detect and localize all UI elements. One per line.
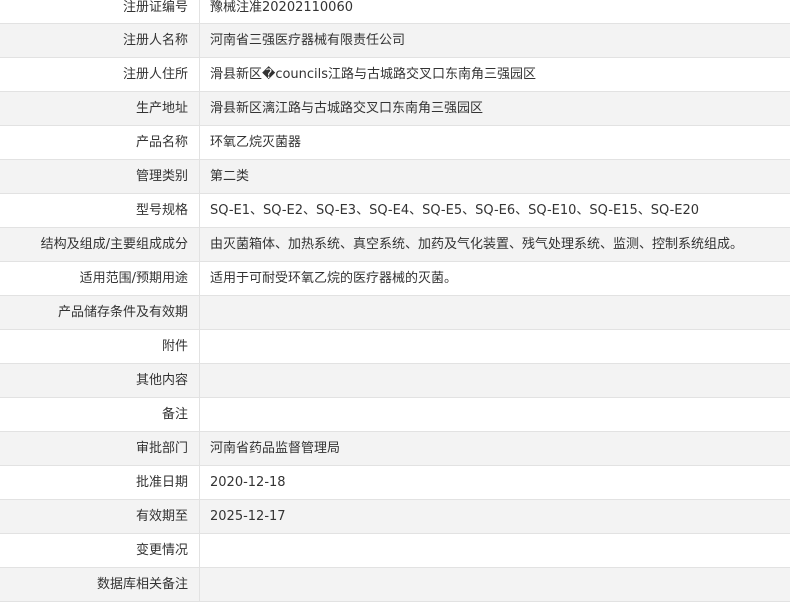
table-row-attachments: 附件	[0, 330, 790, 364]
table-row-registration-number: 注册证编号 豫械注准20202110060	[0, 0, 790, 24]
field-label: 注册人名称	[0, 24, 200, 57]
registration-detail-table: 注册证编号 豫械注准20202110060 注册人名称 河南省三强医疗器械有限责…	[0, 0, 790, 602]
field-value	[200, 398, 790, 431]
table-row-intended-use: 适用范围/预期用途 适用于可耐受环氧乙烷的医疗器械的灭菌。	[0, 262, 790, 296]
field-label: 注册证编号	[0, 0, 200, 23]
field-label: 结构及组成/主要组成成分	[0, 228, 200, 261]
field-label: 产品名称	[0, 126, 200, 159]
field-label: 管理类别	[0, 160, 200, 193]
field-label: 生产地址	[0, 92, 200, 125]
table-row-product-name: 产品名称 环氧乙烷灭菌器	[0, 126, 790, 160]
field-value: 2020-12-18	[210, 475, 286, 490]
field-label: 产品储存条件及有效期	[0, 296, 200, 329]
field-label: 型号规格	[0, 194, 200, 227]
table-row-change-history: 变更情况	[0, 534, 790, 568]
field-value: 河南省药品监督管理局	[210, 441, 341, 456]
field-value: 第二类	[210, 169, 250, 184]
table-row-valid-until: 有效期至 2025-12-17	[0, 500, 790, 534]
field-value: 环氧乙烷灭菌器	[210, 135, 302, 150]
table-row-approval-department: 审批部门 河南省药品监督管理局	[0, 432, 790, 466]
field-value: 由灭菌箱体、加热系统、真空系统、加药及气化装置、残气处理系统、监测、控制系统组成…	[210, 237, 744, 252]
field-label: 注册人住所	[0, 58, 200, 91]
table-row-database-remarks: 数据库相关备注	[0, 568, 790, 602]
field-value: 河南省三强医疗器械有限责任公司	[210, 33, 406, 48]
table-row-model-spec: 型号规格 SQ-E1、SQ-E2、SQ-E3、SQ-E4、SQ-E5、SQ-E6…	[0, 194, 790, 228]
table-row-registrant-name: 注册人名称 河南省三强医疗器械有限责任公司	[0, 24, 790, 58]
field-value	[200, 364, 790, 397]
field-value: 2025-12-17	[210, 509, 286, 524]
table-row-structure-composition: 结构及组成/主要组成成分 由灭菌箱体、加热系统、真空系统、加药及气化装置、残气处…	[0, 228, 790, 262]
field-label: 批准日期	[0, 466, 200, 499]
field-value	[200, 568, 790, 601]
field-label: 附件	[0, 330, 200, 363]
table-row-remarks: 备注	[0, 398, 790, 432]
table-row-storage-validity: 产品储存条件及有效期	[0, 296, 790, 330]
field-label: 备注	[0, 398, 200, 431]
field-label: 其他内容	[0, 364, 200, 397]
field-label: 有效期至	[0, 500, 200, 533]
table-row-approval-date: 批准日期 2020-12-18	[0, 466, 790, 500]
table-row-management-category: 管理类别 第二类	[0, 160, 790, 194]
field-value	[200, 296, 790, 329]
field-value: 适用于可耐受环氧乙烷的医疗器械的灭菌。	[210, 271, 458, 286]
table-row-production-address: 生产地址 滑县新区漓江路与古城路交叉口东南角三强园区	[0, 92, 790, 126]
table-row-other-content: 其他内容	[0, 364, 790, 398]
field-label: 适用范围/预期用途	[0, 262, 200, 295]
field-value	[200, 330, 790, 363]
field-value: 滑县新区漓江路与古城路交叉口东南角三强园区	[210, 101, 484, 116]
field-value: SQ-E1、SQ-E2、SQ-E3、SQ-E4、SQ-E5、SQ-E6、SQ-E…	[210, 203, 700, 218]
field-label: 数据库相关备注	[0, 568, 200, 601]
field-value: 豫械注准20202110060	[210, 0, 353, 15]
field-label: 审批部门	[0, 432, 200, 465]
field-value: 滑县新区�councils江路与古城路交叉口东南角三强园区	[210, 67, 537, 82]
field-label: 变更情况	[0, 534, 200, 567]
field-value	[200, 534, 790, 567]
table-row-registrant-address: 注册人住所 滑县新区�councils江路与古城路交叉口东南角三强园区	[0, 58, 790, 92]
